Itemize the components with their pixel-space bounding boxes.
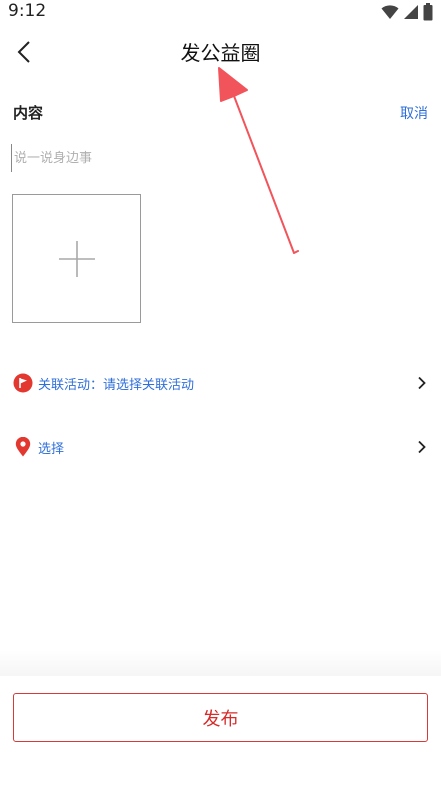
- chevron-right-icon: [418, 376, 426, 390]
- page-title: 发公益圈: [180, 41, 261, 65]
- status-time: 9:12: [8, 1, 47, 21]
- content-section-label: 内容: [13, 104, 44, 122]
- location-label: 选择: [38, 441, 65, 457]
- status-icons: [381, 3, 433, 21]
- cancel-button[interactable]: 取消: [400, 103, 428, 123]
- location-row[interactable]: 选择: [0, 427, 441, 467]
- status-bar: 9:12: [0, 0, 441, 24]
- map-pin-icon: [13, 437, 33, 457]
- content-input[interactable]: [11, 144, 431, 172]
- related-activity-row[interactable]: 关联活动：请选择关联活动: [0, 363, 441, 403]
- chevron-right-icon: [418, 440, 426, 454]
- add-photo-button[interactable]: [12, 194, 141, 323]
- flag-icon: [13, 373, 33, 393]
- signal-icon: [404, 5, 418, 19]
- related-activity-label: 关联活动：请选择关联活动: [38, 377, 195, 393]
- wifi-icon: [381, 5, 399, 19]
- publish-button[interactable]: 发布: [13, 693, 428, 742]
- plus-icon: [58, 240, 95, 277]
- nav-bar: 发公益圈: [0, 24, 441, 80]
- battery-icon: [423, 3, 433, 21]
